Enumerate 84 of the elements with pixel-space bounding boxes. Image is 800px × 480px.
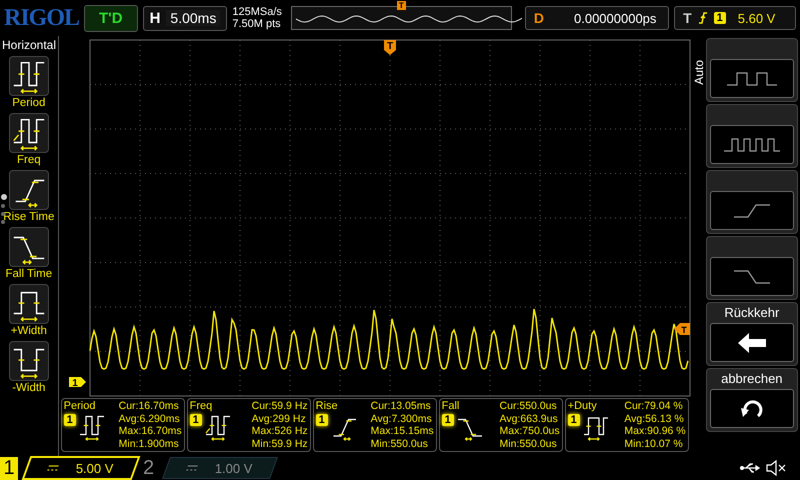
page-dot[interactable]	[1, 194, 7, 200]
run-status: T'D	[84, 4, 138, 32]
usb-icon	[740, 462, 762, 474]
current-value: Cur:79.04 %	[624, 400, 684, 412]
current-value: Cur:550.0us	[500, 400, 558, 412]
current-value: Cur:13.05ms	[370, 400, 432, 412]
waveform-icon	[732, 270, 771, 284]
dc-coupling-icon	[46, 465, 60, 471]
trigger-channel: 1	[714, 12, 726, 24]
page-dot[interactable]	[1, 220, 5, 224]
channel-scale-tab[interactable]: 5.00 V	[22, 456, 140, 480]
max-value: Max:16.70ms	[118, 425, 182, 438]
timebase-label: H	[150, 10, 160, 26]
rising-edge-icon	[698, 11, 708, 25]
measurement-name: Fall	[442, 400, 460, 412]
measure-button[interactable]	[8, 170, 49, 210]
measurement-name: +Duty	[568, 400, 598, 412]
softkey[interactable]	[706, 104, 798, 168]
trigger-position-marker: T	[396, 1, 406, 10]
speaker-muted-icon	[766, 460, 786, 476]
average-value: Avg:7.300ms	[370, 412, 433, 425]
channel-number[interactable]: 2	[140, 456, 158, 480]
min-value: Min:10.07 %	[624, 438, 684, 450]
channel-badge: 1	[316, 414, 328, 426]
min-value: Min:550.0us	[500, 438, 558, 450]
undo-icon	[740, 398, 764, 420]
channel-badge: 1	[64, 414, 76, 426]
menu-side-label: Auto	[692, 60, 706, 85]
measure-button[interactable]	[8, 284, 49, 324]
trigger-level-marker[interactable]: T	[674, 323, 690, 335]
waveform-icon	[722, 138, 781, 152]
channel-badge: 1	[568, 414, 580, 426]
max-value: Max:526 Hz	[252, 425, 308, 438]
dc-coupling-icon	[186, 465, 198, 471]
average-value: Avg:663.9us	[500, 412, 559, 425]
softkey[interactable]	[706, 170, 798, 234]
max-value: Max:750.0us	[500, 425, 560, 438]
sample-rate: 125MSa/s	[232, 6, 282, 18]
min-value: Min:550.0us	[370, 438, 429, 450]
min-value: Min:59.9 Hz	[252, 438, 308, 450]
timebase-value: 5.00ms	[166, 10, 220, 26]
measure-button[interactable]	[8, 341, 49, 381]
current-value: Cur:16.70ms	[118, 400, 180, 412]
channel-scale-tab[interactable]: 1.00 V	[162, 457, 278, 479]
waveform-icon	[726, 72, 778, 86]
softkey[interactable]: abbrechen	[706, 368, 798, 432]
measurement-name: Rise	[316, 400, 339, 412]
page-dot[interactable]	[1, 204, 5, 208]
channel-number[interactable]: 1	[0, 456, 18, 480]
max-value: Max:90.96 %	[624, 425, 686, 438]
waveform-icon	[732, 204, 771, 218]
measure-button[interactable]	[8, 113, 49, 153]
channel-marker[interactable]: 1	[68, 377, 86, 389]
delay-value: 0.00000000ps	[574, 10, 656, 26]
average-value: Avg:299 Hz	[252, 412, 307, 425]
menu-title: Horizontal	[1, 38, 56, 52]
memory-depth: 7.50M pts	[232, 18, 282, 30]
trigger-level: 5.60 V	[738, 10, 776, 26]
measurement-name: Period	[64, 400, 96, 412]
softkey[interactable]: Rückkehr	[706, 302, 798, 366]
measurement-name: Freq	[190, 400, 214, 412]
current-value: Cur:59.9 Hz	[252, 400, 308, 412]
measure-label: Rise Time	[3, 211, 54, 223]
measure-label: +Width	[10, 325, 47, 337]
measure-label: Fall Time	[6, 268, 52, 280]
measure-label: Period	[12, 97, 46, 109]
trigger-marker[interactable]: T	[384, 40, 396, 55]
measure-button[interactable]	[8, 56, 49, 96]
back-arrow-icon	[736, 332, 767, 354]
softkey[interactable]	[706, 38, 798, 102]
min-value: Min:1.900ms	[118, 438, 180, 450]
channel-badge: 1	[442, 414, 454, 426]
page-dot[interactable]	[1, 212, 5, 216]
delay-label: D	[534, 10, 544, 26]
average-value: Avg:56.13 %	[624, 412, 685, 425]
trigger-label: T	[683, 10, 692, 26]
rigol-logo: RIGOL	[4, 4, 80, 32]
channel-badge: 1	[190, 414, 202, 426]
max-value: Max:15.15ms	[370, 425, 434, 438]
average-value: Avg:6.290ms	[118, 412, 181, 425]
softkey[interactable]	[706, 236, 798, 300]
measure-label: -Width	[12, 382, 46, 394]
measure-button[interactable]	[8, 227, 49, 267]
measure-label: Freq	[17, 154, 41, 166]
